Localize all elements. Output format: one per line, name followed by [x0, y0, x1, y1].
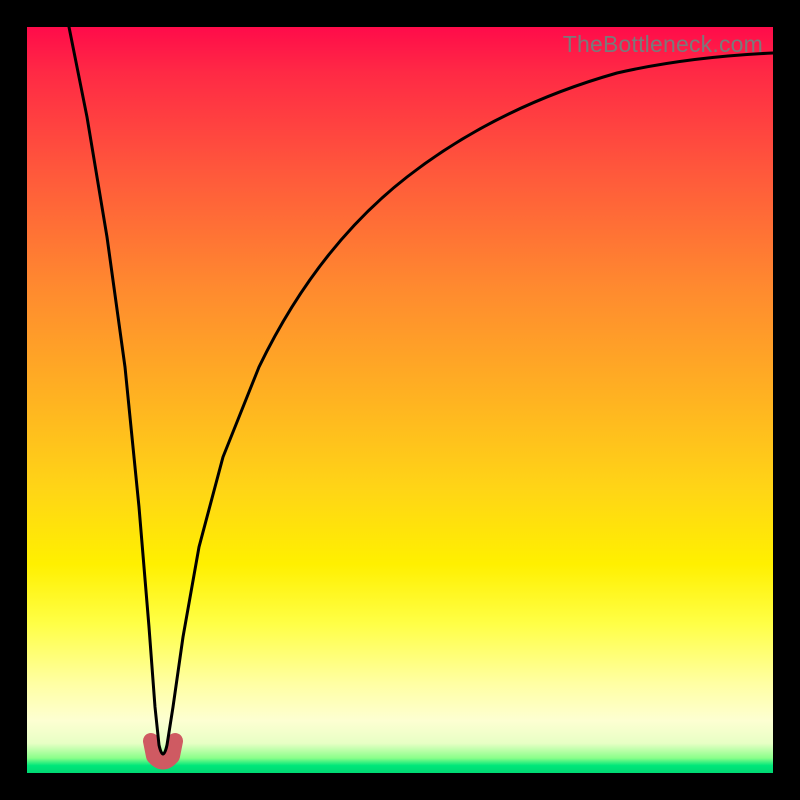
chart-frame: TheBottleneck.com [0, 0, 800, 800]
dip-marker [151, 741, 175, 762]
curve-layer [27, 27, 773, 773]
watermark-text: TheBottleneck.com [563, 31, 763, 58]
plot-area: TheBottleneck.com [27, 27, 773, 773]
bottleneck-curve [69, 27, 773, 754]
